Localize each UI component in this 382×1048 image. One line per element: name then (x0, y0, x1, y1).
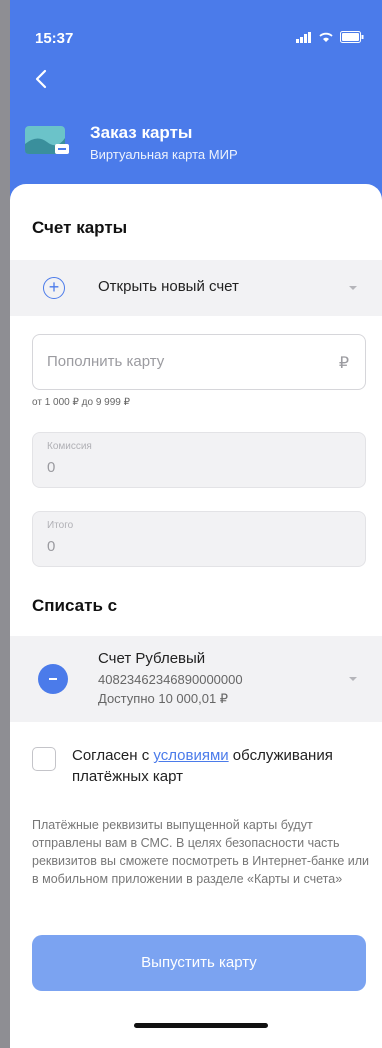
terms-link[interactable]: условиями (153, 747, 228, 764)
home-indicator (134, 1023, 268, 1028)
topup-input[interactable]: Пополнить карту ₽ (32, 334, 366, 390)
status-icons (296, 31, 364, 43)
status-time: 15:37 (35, 30, 74, 47)
app-frame: 15:37 Заказ карты Виртуальная карта МИР … (0, 0, 382, 1048)
chevron-down-icon (349, 286, 357, 290)
battery-icon (340, 31, 364, 43)
info-text: Платёжные реквизиты выпущенной карты буд… (32, 818, 370, 886)
plus-icon: + (43, 277, 65, 299)
account-icon (38, 664, 68, 694)
issue-card-button[interactable]: Выпустить карту (32, 935, 366, 991)
account-section-title: Счет карты (32, 218, 128, 237)
agreement-prefix: Согласен с (72, 747, 154, 764)
card-icon (25, 126, 69, 154)
header: 15:37 Заказ карты Виртуальная карта МИР (10, 0, 382, 200)
left-edge (0, 0, 10, 1048)
agreement-text: Согласен с условиями обслуживания платёж… (72, 745, 372, 787)
total-field: Итого 0 (32, 511, 366, 567)
page-title: Заказ карты (90, 123, 193, 142)
debit-account-name: Счет Рублевый (98, 650, 206, 667)
agreement-checkbox[interactable] (32, 747, 56, 771)
new-account-select[interactable]: + Открыть новый счет (10, 260, 382, 316)
topup-placeholder: Пополнить карту (47, 353, 165, 370)
total-value: 0 (47, 538, 56, 555)
ruble-icon: ₽ (338, 355, 349, 372)
page-subtitle: Виртуальная карта МИР (90, 147, 238, 162)
signal-icon (296, 31, 311, 43)
debit-available-balance: Доступно 10 000,01 ₽ (98, 691, 229, 706)
commission-value: 0 (47, 459, 56, 476)
commission-field: Комиссия 0 (32, 432, 366, 488)
selected-option-label: Открыть новый счет (98, 278, 239, 295)
wifi-icon (319, 32, 333, 42)
back-arrow-icon[interactable] (30, 67, 54, 91)
chevron-down-icon (349, 677, 357, 681)
topup-range-hint: от 1 000 ₽ до 9 999 ₽ (32, 397, 130, 408)
debit-section-title: Списать с (32, 596, 118, 615)
total-label: Итого (47, 520, 74, 531)
commission-label: Комиссия (47, 441, 92, 452)
debit-account-select[interactable]: Счет Рублевый 40823462346890000000 Досту… (10, 636, 382, 722)
debit-account-number: 40823462346890000000 (98, 672, 243, 687)
content-sheet: Счет карты + Открыть новый счет Пополнит… (10, 184, 382, 1048)
phone-screen: 15:37 Заказ карты Виртуальная карта МИР … (10, 0, 382, 1048)
